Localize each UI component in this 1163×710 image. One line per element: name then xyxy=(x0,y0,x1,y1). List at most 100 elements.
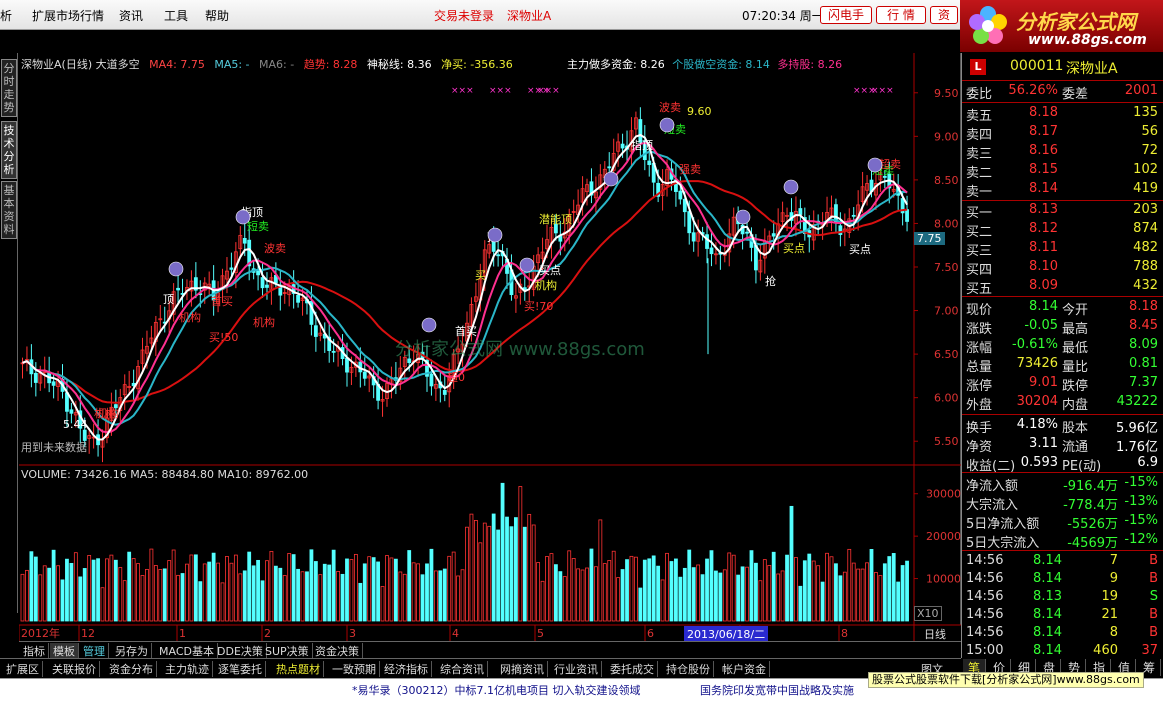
menu-ext-market[interactable]: 扩展市场行情 xyxy=(32,7,104,24)
period-label[interactable]: 日线 xyxy=(924,626,946,642)
tab-dde[interactable]: DDE决策 xyxy=(214,643,267,659)
volume-bar xyxy=(65,558,69,622)
ext-tab-2[interactable]: 资金分布 xyxy=(106,661,157,677)
ext-tab-0[interactable]: 扩展区 xyxy=(3,661,43,677)
volume-bar xyxy=(905,560,909,622)
fundamental-row: 收益(二) 0.593 PE(动) 6.9 xyxy=(962,454,1163,474)
tab-technical[interactable]: 技术分析 xyxy=(1,121,17,179)
ext-tab-12[interactable]: 持仓股份 xyxy=(663,661,714,677)
ext-tab-9[interactable]: 网摘资讯 xyxy=(497,661,548,677)
y-tick-label: 7.00 xyxy=(934,305,959,318)
tab-macd-basic[interactable]: MACD基本 xyxy=(156,643,218,659)
flash-trade-button[interactable]: 闪电手 xyxy=(820,6,872,24)
tick-price: 8.14 xyxy=(1033,625,1062,640)
ticker-news-2[interactable]: 国务院印发宽带中国战略及实施 xyxy=(700,682,854,698)
volume-bar xyxy=(207,561,212,622)
fund-value: 3.11 xyxy=(1029,436,1058,451)
tick-row: 14:56 8.13 19 S xyxy=(962,588,1163,607)
volume-bar xyxy=(718,572,723,622)
menu-news[interactable]: 资讯 xyxy=(119,7,143,24)
login-status[interactable]: 交易未登录 xyxy=(434,7,494,24)
volume-bar xyxy=(229,562,234,622)
volume-bar xyxy=(185,563,189,622)
menu-analysis[interactable]: 析 xyxy=(0,7,12,24)
ext-tab-11[interactable]: 委托成交 xyxy=(607,661,658,677)
ext-tab-13[interactable]: 帐户资金 xyxy=(719,661,770,677)
fund-indicators: 主力做多资金: 8.26 个股做空资金: 8.14 多持股: 8.26 xyxy=(567,56,842,72)
download-banner[interactable]: 股票公式股票软件下载[分析家公式网]www.88gs.com xyxy=(868,672,1144,688)
volume-bar xyxy=(700,574,705,622)
candle-down xyxy=(705,234,709,249)
chart-annotation: 波卖 xyxy=(264,242,286,255)
ext-tab-6[interactable]: 一致预期 xyxy=(329,661,380,677)
volume-bar xyxy=(642,559,647,622)
chart-annotation: 短卖 xyxy=(247,219,269,233)
zoom-x10[interactable]: X10 xyxy=(914,606,942,621)
volume-bar xyxy=(407,550,412,622)
tick-side: B xyxy=(1149,625,1158,640)
volume-bar xyxy=(469,513,474,622)
volume-bar xyxy=(460,569,465,622)
menu-help[interactable]: 帮助 xyxy=(205,7,229,24)
ext-tab-10[interactable]: 行业资讯 xyxy=(551,661,602,677)
stat-value: 43222 xyxy=(1116,394,1158,409)
volume-bar xyxy=(105,558,109,622)
volume-bar xyxy=(305,571,309,622)
volume-bar xyxy=(851,562,856,622)
volume-bar xyxy=(545,556,549,622)
tab-indicator[interactable]: 指标 xyxy=(20,643,49,659)
tab-save-as[interactable]: 另存为 xyxy=(112,643,152,659)
face-marker-icon xyxy=(603,171,619,187)
flow-label: 净流入额 xyxy=(966,479,1019,494)
volume-bar xyxy=(127,551,132,622)
ma5-value: MA5: - xyxy=(214,58,250,71)
tab-manage[interactable]: 管理 xyxy=(80,643,109,659)
volume-bar xyxy=(331,549,336,622)
ext-tab-7[interactable]: 经济指标 xyxy=(381,661,432,677)
menu-tools[interactable]: 工具 xyxy=(164,7,188,24)
stat-value: -0.61% xyxy=(1012,337,1058,352)
ticker-news-1[interactable]: *易华录（300212）中标7.1亿机电项目 切入轨交建设领域 xyxy=(352,682,640,698)
volume-bar xyxy=(802,560,807,622)
candle-down xyxy=(51,381,56,386)
volume-bar xyxy=(749,550,754,622)
candle-down xyxy=(345,357,349,373)
tab-sup[interactable]: SUP决策 xyxy=(262,643,313,659)
order-volume: 432 xyxy=(1133,278,1158,293)
volume-bar xyxy=(678,576,683,622)
news-button[interactable]: 资 xyxy=(930,6,958,24)
volume-bar xyxy=(327,564,332,622)
order-volume: 102 xyxy=(1133,162,1158,177)
volume-bar xyxy=(256,559,260,622)
chart-annotation: 机构 xyxy=(535,278,557,292)
app-window: 析 扩展市场行情 资讯 工具 帮助 交易未登录 深物业A 07:20:34 周一… xyxy=(0,0,1163,710)
volume-bar xyxy=(860,568,865,622)
volume-bar xyxy=(496,529,501,622)
ext-tab-8[interactable]: 综合资讯 xyxy=(437,661,488,677)
ext-tab-3[interactable]: 主力轨迹 xyxy=(162,661,213,677)
main-long-fund: 主力做多资金: 8.26 xyxy=(567,58,665,71)
kline-chart-area[interactable]: 9.50 9.00 8.50 8.00 7.50 7.00 6.50 6.00 5.50 3000… xyxy=(19,53,961,642)
chart-annotation: 机构 xyxy=(97,406,119,420)
volume-bar xyxy=(771,551,776,622)
volume-bar xyxy=(842,571,847,622)
volume-bar xyxy=(882,563,887,622)
volume-bar xyxy=(540,580,545,622)
tab-intraday[interactable]: 分时走势 xyxy=(1,59,17,117)
tab-fund-decision[interactable]: 资金决策 xyxy=(312,643,363,659)
ext-tab-5[interactable]: 热点题材 xyxy=(273,661,324,677)
tab-template[interactable]: 模板 xyxy=(50,643,79,659)
order-label: 卖四 xyxy=(966,128,993,143)
stat-label: 最低 xyxy=(1062,341,1089,356)
candle-down xyxy=(709,247,714,255)
tab-fundamentals[interactable]: 基本资料 xyxy=(1,181,17,239)
volume-bar xyxy=(896,581,901,622)
volume-bar xyxy=(705,558,709,622)
quote-button[interactable]: 行 情 xyxy=(876,6,926,24)
order-row: 卖五 8.18 135 xyxy=(962,104,1163,124)
volume-bar xyxy=(820,581,825,622)
ext-tab-4[interactable]: 逐笔委托 xyxy=(215,661,266,677)
volume-bar xyxy=(385,555,389,622)
order-price: 8.16 xyxy=(1029,143,1058,158)
ext-tab-1[interactable]: 关联报价 xyxy=(49,661,100,677)
